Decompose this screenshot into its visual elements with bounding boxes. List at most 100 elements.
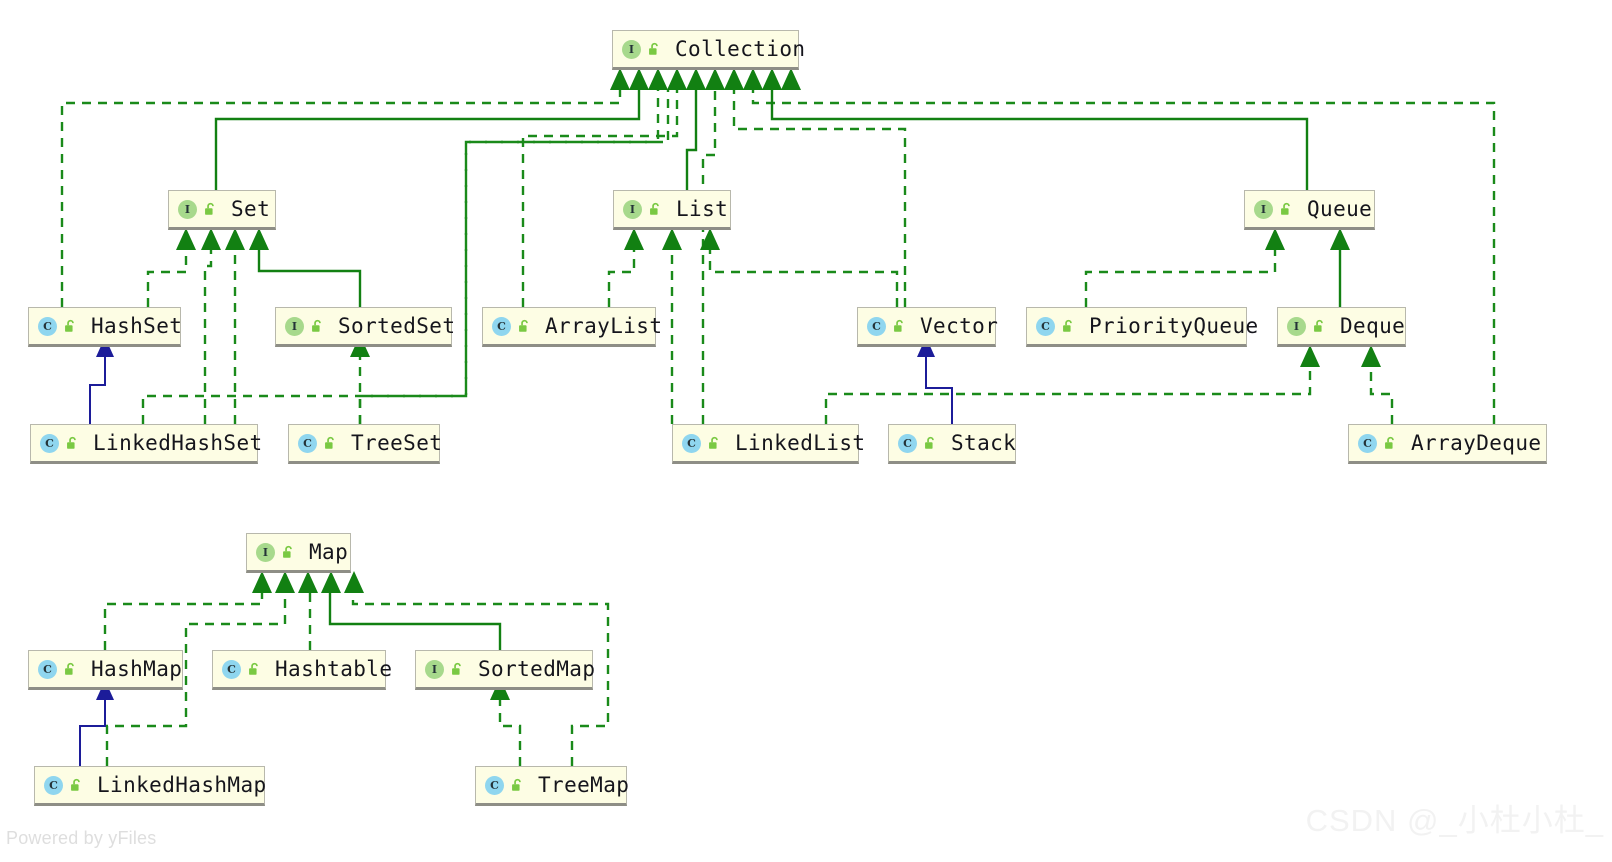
class-node-sortedset[interactable]: I SortedSet	[275, 307, 456, 347]
class-node-vector[interactable]: C Vector	[857, 307, 999, 347]
class-badge-icon: C	[1358, 433, 1377, 453]
yfiles-credit-label: Powered by yFiles	[6, 828, 157, 848]
edge-vector-collection	[732, 90, 907, 307]
class-node-collection[interactable]: I Collection	[612, 30, 805, 70]
class-node-label: ArrayDeque	[1411, 430, 1542, 455]
interface-badge-icon: I	[623, 199, 642, 219]
open-padlock-icon	[1279, 202, 1294, 217]
arrowhead-ah-list-3	[700, 228, 720, 250]
edge-arraydeque-deque	[1369, 357, 1394, 424]
interface-badge-icon: I	[1287, 316, 1306, 336]
class-badge-icon: C	[40, 433, 59, 453]
class-node-priorityqueue[interactable]: C PriorityQueue	[1026, 307, 1258, 347]
class-node-hashmap[interactable]: C HashMap	[28, 650, 183, 690]
edge-queue-collection	[770, 90, 1309, 190]
edge-set-collection	[214, 90, 641, 190]
class-node-label: SortedSet	[338, 313, 456, 338]
arrowhead-ah-collection-1	[610, 68, 630, 90]
open-padlock-icon	[892, 319, 907, 334]
class-node-label: Queue	[1307, 196, 1373, 221]
edge-linkedhashset-hashset	[89, 350, 106, 424]
class-badge-icon: C	[867, 316, 886, 336]
open-padlock-icon	[517, 319, 532, 334]
class-node-sortedmap[interactable]: I SortedMap	[415, 650, 595, 690]
interface-badge-icon: I	[256, 542, 275, 562]
edge-vector-list	[708, 240, 899, 307]
arrowhead-ah-queue-2	[1330, 228, 1350, 250]
interface-badge-icon: I	[1254, 199, 1273, 219]
edge-treemap-sortedmap	[498, 690, 522, 766]
class-node-set[interactable]: I Set	[168, 190, 276, 230]
class-node-linkedlist[interactable]: C LinkedList	[672, 424, 865, 464]
edge-priorityqueue-queue	[1084, 240, 1277, 307]
class-badge-icon: C	[298, 433, 317, 453]
arrowhead-ah-deque-1	[1300, 345, 1320, 367]
arrowhead-ah-set-3	[225, 228, 245, 250]
class-node-arraylist[interactable]: C ArrayList	[482, 307, 662, 347]
class-node-label: Vector	[920, 313, 999, 338]
arrowhead-ah-map-5	[344, 571, 364, 593]
arrowhead-ah-collection-5	[686, 68, 706, 90]
open-padlock-icon	[648, 202, 663, 217]
interface-badge-icon: I	[178, 199, 197, 219]
arrowhead-ah-collection-8	[743, 68, 763, 90]
open-padlock-icon	[647, 42, 662, 57]
class-node-arraydeque[interactable]: C ArrayDeque	[1348, 424, 1547, 464]
class-badge-icon: C	[222, 659, 241, 679]
class-node-linkedhashmap[interactable]: C LinkedHashMap	[34, 766, 267, 806]
edge-list-collection	[685, 90, 698, 190]
class-node-label: HashSet	[91, 313, 183, 338]
edge-hashset-collection	[60, 90, 622, 307]
arrowhead-ah-list-2	[662, 228, 682, 250]
class-node-label: Stack	[951, 430, 1017, 455]
class-badge-icon: C	[485, 775, 504, 795]
class-badge-icon: C	[38, 659, 57, 679]
arrowhead-ah-collection-6	[705, 68, 725, 90]
open-padlock-icon	[69, 778, 84, 793]
class-node-label: Collection	[675, 36, 806, 61]
interface-badge-icon: I	[285, 316, 304, 336]
class-badge-icon: C	[492, 316, 511, 336]
arrowhead-ah-collection-2	[629, 68, 649, 90]
class-node-stack[interactable]: C Stack	[888, 424, 1016, 464]
arrowhead-ah-map-1	[252, 571, 272, 593]
open-padlock-icon	[450, 662, 465, 677]
class-badge-icon: C	[898, 433, 917, 453]
arrowhead-ah-map-2	[275, 571, 295, 593]
open-padlock-icon	[65, 436, 80, 451]
diagram-canvas: I Collection I Set I List I Queue C HashSet I Sorte…	[0, 0, 1612, 862]
class-node-map[interactable]: I Map	[246, 533, 351, 573]
edge-hashset-set	[146, 240, 188, 307]
class-node-label: Deque	[1340, 313, 1406, 338]
edge-linkedlist-deque	[824, 357, 1312, 424]
class-node-label: LinkedHashMap	[97, 772, 267, 797]
edge-sortedset-set	[257, 240, 362, 307]
edge-sortedmap-map	[328, 583, 502, 650]
open-padlock-icon	[203, 202, 218, 217]
csdn-watermark: CSDN @_小杜小杜_	[1305, 803, 1604, 838]
class-node-treeset[interactable]: C TreeSet	[288, 424, 442, 464]
class-node-list[interactable]: I List	[613, 190, 731, 230]
class-node-label: Set	[231, 196, 271, 221]
class-node-hashset[interactable]: C HashSet	[28, 307, 183, 347]
class-node-hashtable[interactable]: C Hashtable	[212, 650, 392, 690]
arrowhead-ah-collection-7	[724, 68, 744, 90]
arrowhead-ah-map-3	[298, 571, 318, 593]
interface-badge-icon: I	[622, 39, 641, 59]
arrowhead-ah-set-2	[201, 228, 221, 250]
arrowhead-ah-collection-10	[781, 68, 801, 90]
open-padlock-icon	[510, 778, 525, 793]
class-node-linkedhashset[interactable]: C LinkedHashSet	[30, 424, 262, 464]
interface-badge-icon: I	[425, 659, 444, 679]
arrowhead-ah-collection-9	[762, 68, 782, 90]
class-node-queue[interactable]: I Queue	[1244, 190, 1375, 230]
class-node-treemap[interactable]: C TreeMap	[475, 766, 629, 806]
open-padlock-icon	[923, 436, 938, 451]
arrowhead-ah-set-4	[249, 228, 269, 250]
class-node-label: LinkedHashSet	[93, 430, 263, 455]
open-padlock-icon	[1312, 319, 1327, 334]
class-node-deque[interactable]: I Deque	[1277, 307, 1406, 347]
edge-stack-vector	[925, 350, 953, 424]
class-badge-icon: C	[682, 433, 701, 453]
arrowhead-ah-list-1	[624, 228, 644, 250]
